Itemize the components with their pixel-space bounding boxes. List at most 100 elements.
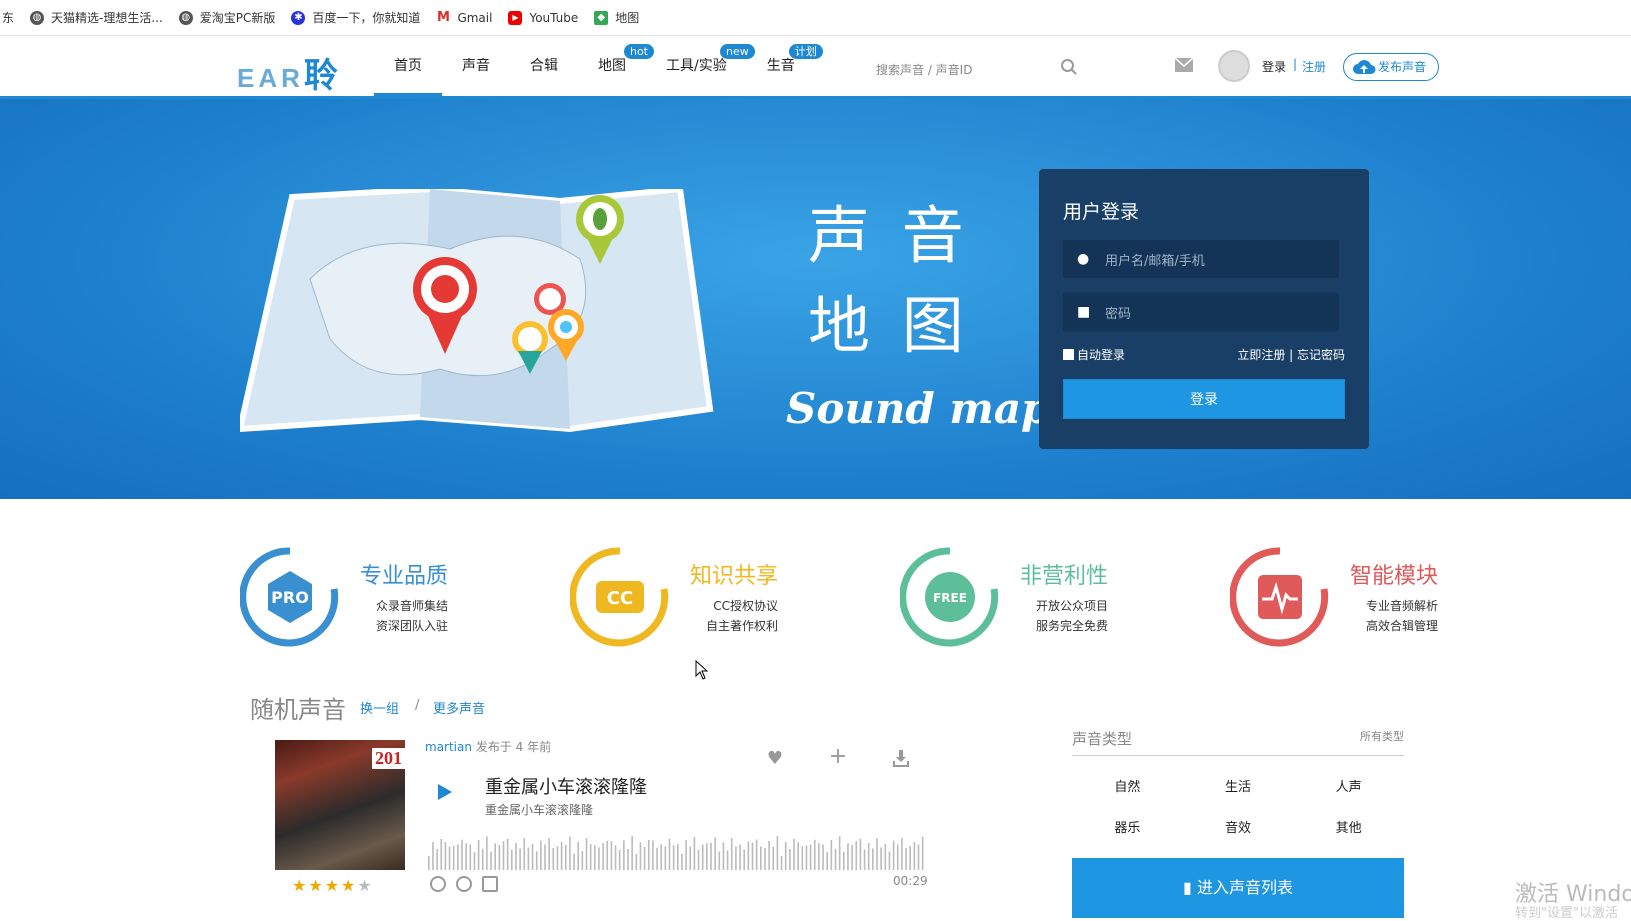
waveform-bar (531, 844, 534, 870)
logo-text: EAR (237, 63, 304, 93)
menu-label: 生音 (766, 58, 795, 74)
mouse-cursor-icon (695, 660, 709, 680)
player-controls (430, 876, 508, 892)
password-field[interactable]: ■ 密码 (1063, 293, 1339, 331)
stop-icon[interactable] (430, 876, 446, 892)
author-link[interactable]: martian (425, 740, 472, 754)
nav-separator: | (1293, 57, 1298, 71)
type-item[interactable]: 自然 (1072, 776, 1183, 795)
menu-item-plan[interactable]: 生音 计划 (747, 36, 823, 96)
waveform[interactable] (428, 830, 926, 870)
heart-icon[interactable]: ♥ (765, 748, 785, 769)
star-icon[interactable]: ★ (325, 876, 341, 895)
feature-line: 自主著作权利 (706, 619, 779, 633)
waveform-bar (909, 846, 911, 870)
site-logo[interactable]: EAR聆 (237, 48, 338, 97)
feature-pro: PRO 专业品质 众录音师集结 资深团队入驻 (240, 547, 448, 647)
bookmark-label: 百度一下，你就知道 (312, 11, 421, 25)
sound-cover-image[interactable]: 201 (275, 740, 405, 870)
bookmark-0[interactable]: 东 (2, 9, 14, 26)
waveform-bar (718, 851, 721, 870)
type-item[interactable]: 其他 (1293, 817, 1404, 836)
waveform-bar (519, 848, 521, 870)
plus-icon[interactable]: + (828, 746, 848, 768)
menu-label: 合辑 (530, 58, 558, 74)
bookmark-5[interactable]: ▶ YouTube (508, 10, 578, 25)
sound-types-panel: 声音类型 所有类型 自然 生活 人声 器乐 音效 其他 (1072, 728, 1404, 836)
star-icon[interactable]: ★ (308, 876, 324, 895)
menu-item-collections[interactable]: 合辑 (510, 36, 578, 96)
type-item[interactable]: 音效 (1183, 817, 1294, 836)
search-icon[interactable] (1060, 58, 1078, 76)
star-icon[interactable]: ★ (292, 876, 308, 895)
waveform-bar (672, 845, 675, 870)
waveform-bar (589, 844, 592, 870)
user-icon: ● (1077, 251, 1090, 267)
hero-title-line: 声 音 (808, 199, 970, 272)
download-icon[interactable] (891, 748, 911, 768)
waveform-bar (428, 856, 430, 870)
bookmark-4[interactable]: M Gmail (436, 10, 492, 25)
menu-item-sounds[interactable]: 声音 (442, 36, 510, 96)
login-link[interactable]: 登录 (1262, 58, 1286, 75)
menu-item-map[interactable]: 地图 hot (578, 36, 654, 96)
waveform-bar (706, 843, 708, 870)
all-types-link[interactable]: 所有类型 (1360, 728, 1404, 749)
username-field[interactable]: ● 用户名/邮箱/手机 (1063, 240, 1339, 278)
hero-banner: 声 音 地 图 Sound map 用户登录 ● 用户名/邮箱/手机 ■ 密码 … (0, 99, 1631, 499)
feature-text: 专业品质 众录音师集结 资深团队入驻 (360, 558, 448, 636)
type-item[interactable]: 人声 (1293, 776, 1404, 795)
bookmark-1[interactable]: ◍ 天猫精选-理想生活... (30, 9, 163, 26)
loop-icon[interactable] (456, 876, 472, 892)
waveform-bar (867, 843, 870, 870)
register-forgot-links[interactable]: 立即注册 | 忘记密码 (1237, 346, 1345, 363)
waveform-bar (444, 842, 447, 870)
publish-button[interactable]: 发布声音 (1343, 53, 1439, 81)
avatar[interactable] (1218, 50, 1250, 82)
waveform-bar (465, 843, 467, 870)
waveform-bar (710, 842, 712, 870)
main-menu: 首页 声音 合辑 地图 hot 工具/实验 new 生音 计划 (374, 36, 823, 96)
play-button[interactable] (438, 784, 452, 800)
waveform-bar (921, 836, 924, 870)
waveform-bar (656, 847, 658, 870)
star-icon[interactable]: ★ (341, 876, 357, 895)
feature-title: 专业品质 (360, 564, 449, 589)
logo-char: 聆 (303, 57, 338, 95)
search-box[interactable]: 搜索声音 / 声音ID (868, 56, 1088, 82)
feature-text: 知识共享 CC授权协议 自主著作权利 (690, 558, 778, 636)
checkbox-box[interactable] (1063, 349, 1074, 360)
menu-item-home[interactable]: 首页 (374, 36, 442, 96)
waveform-bar (660, 844, 662, 870)
login-submit-button[interactable]: 登录 (1063, 379, 1345, 419)
waveform-bar (888, 851, 891, 870)
remember-checkbox[interactable]: 自动登录 (1063, 346, 1125, 363)
waveform-bar (693, 837, 696, 870)
track-title[interactable]: 重金属小车滚滚隆隆 (485, 773, 647, 799)
type-item[interactable]: 器乐 (1072, 817, 1183, 836)
mail-icon[interactable] (1175, 58, 1193, 72)
waveform-bar (552, 847, 555, 870)
volume-icon[interactable] (482, 876, 498, 892)
menu-item-tools[interactable]: 工具/实验 new (646, 36, 755, 96)
posted-time: 发布于 4 年前 (475, 740, 552, 754)
more-sounds-link[interactable]: 更多声音 (433, 698, 485, 717)
menu-label: 首页 (394, 58, 422, 74)
bookmark-3[interactable]: ✱ 百度一下，你就知道 (291, 9, 420, 26)
rating-stars[interactable]: ★★★★★ (292, 876, 374, 895)
waveform-bar (755, 839, 758, 870)
star-icon[interactable]: ★ (357, 876, 373, 895)
register-link[interactable]: 注册 (1302, 58, 1326, 75)
type-item[interactable]: 生活 (1183, 776, 1294, 795)
feature-line: 众录音师集结 (376, 599, 449, 613)
waveform-bar (610, 841, 613, 870)
waveform-bar (564, 844, 567, 870)
waveform-bar (822, 844, 824, 870)
waveform-bar (523, 838, 526, 870)
bookmark-6[interactable]: ◆ 地图 (594, 9, 639, 26)
globe-icon: ◍ (178, 10, 193, 25)
swap-link[interactable]: 换一组 (360, 698, 399, 717)
bookmark-2[interactable]: ◍ 爱淘宝PC新版 (178, 9, 275, 26)
enter-sound-list-button[interactable]: ▮ 进入声音列表 (1072, 858, 1404, 918)
waveform-bar (544, 844, 546, 870)
